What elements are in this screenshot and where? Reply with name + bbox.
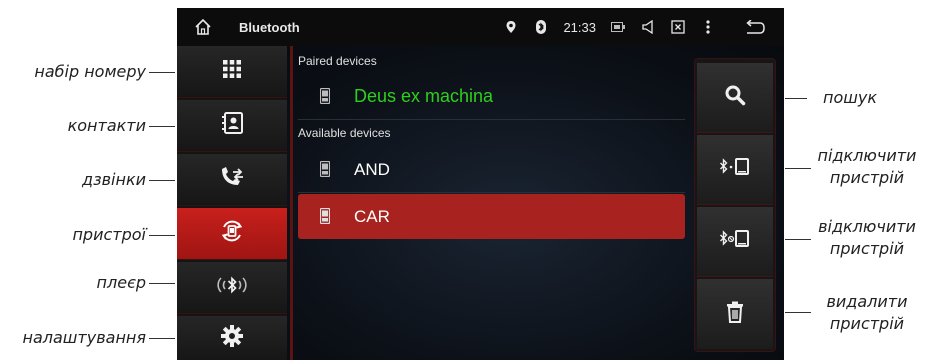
search-icon	[724, 84, 746, 111]
sidebar	[177, 46, 287, 360]
leader-line	[149, 72, 175, 73]
dialpad-icon	[222, 59, 242, 84]
paired-device-row[interactable]: Deus ex machina	[298, 74, 685, 120]
leader-line	[149, 126, 175, 127]
head-unit-screen: Bluetooth 21:33 Paired devices Deus ex m…	[177, 8, 784, 360]
disconnect-device-icon	[719, 229, 751, 254]
leader-line	[785, 168, 811, 169]
settings-icon	[221, 324, 243, 352]
sidebar-item-player[interactable]	[177, 262, 287, 314]
volume-icon[interactable]	[640, 19, 656, 35]
callout-connect: підключити пристрій	[817, 146, 917, 187]
sidebar-item-calls[interactable]	[177, 154, 287, 206]
delete-icon	[726, 301, 744, 328]
delete-device-button[interactable]	[697, 279, 773, 349]
panel-divider	[290, 46, 293, 360]
devices-icon	[219, 218, 245, 249]
device-name: Deus ex machina	[354, 86, 494, 106]
callout-disconnect: відключити пристрій	[818, 217, 916, 258]
phone-icon	[319, 160, 334, 179]
sidebar-item-devices[interactable]	[177, 208, 287, 260]
phone-icon	[319, 207, 334, 226]
available-devices-header: Available devices	[298, 126, 391, 140]
sidebar-item-dialpad[interactable]	[177, 46, 287, 98]
leader-line	[785, 239, 811, 240]
leader-line	[149, 180, 175, 181]
action-panel	[694, 58, 776, 352]
bluetooth-icon	[533, 19, 549, 35]
location-icon	[503, 19, 519, 35]
status-bar: Bluetooth 21:33	[177, 8, 784, 46]
connect-device-icon	[719, 157, 751, 182]
callout-dialpad: набір номеру	[34, 62, 146, 81]
sidebar-item-contacts[interactable]	[177, 100, 287, 152]
callout-search: пошук	[822, 88, 878, 107]
call-log-icon	[219, 166, 245, 193]
disconnect-device-button[interactable]	[697, 207, 773, 277]
callout-player: плеєр	[96, 273, 146, 292]
phone-icon	[319, 87, 334, 106]
home-icon[interactable]	[193, 17, 213, 37]
available-device-row[interactable]: AND	[298, 147, 685, 193]
leader-line	[149, 338, 175, 339]
leader-line	[149, 283, 175, 284]
callout-delete: видалити пристрій	[826, 292, 908, 333]
callout-contacts: контакти	[67, 116, 146, 135]
more-vert-icon[interactable]	[700, 19, 716, 35]
leader-line	[785, 312, 811, 313]
connect-device-button[interactable]	[697, 135, 773, 205]
bt-music-icon	[215, 274, 249, 301]
callout-settings: налаштування	[22, 328, 146, 347]
callout-devices: пристрої	[72, 225, 146, 244]
app-title: Bluetooth	[239, 19, 300, 35]
back-icon[interactable]	[744, 19, 766, 35]
battery-icon	[610, 19, 626, 35]
callout-calls: дзвінки	[82, 170, 146, 189]
leader-line	[785, 98, 807, 99]
clock: 21:33	[563, 19, 596, 35]
close-window-icon[interactable]	[670, 19, 686, 35]
device-name: AND	[354, 159, 390, 179]
contacts-icon	[220, 112, 244, 139]
sidebar-item-settings[interactable]	[177, 316, 287, 360]
available-device-row-selected[interactable]: CAR	[298, 194, 685, 239]
paired-devices-header: Paired devices	[298, 54, 377, 68]
device-name: CAR	[354, 206, 390, 226]
leader-line	[149, 235, 175, 236]
search-button[interactable]	[697, 63, 773, 133]
